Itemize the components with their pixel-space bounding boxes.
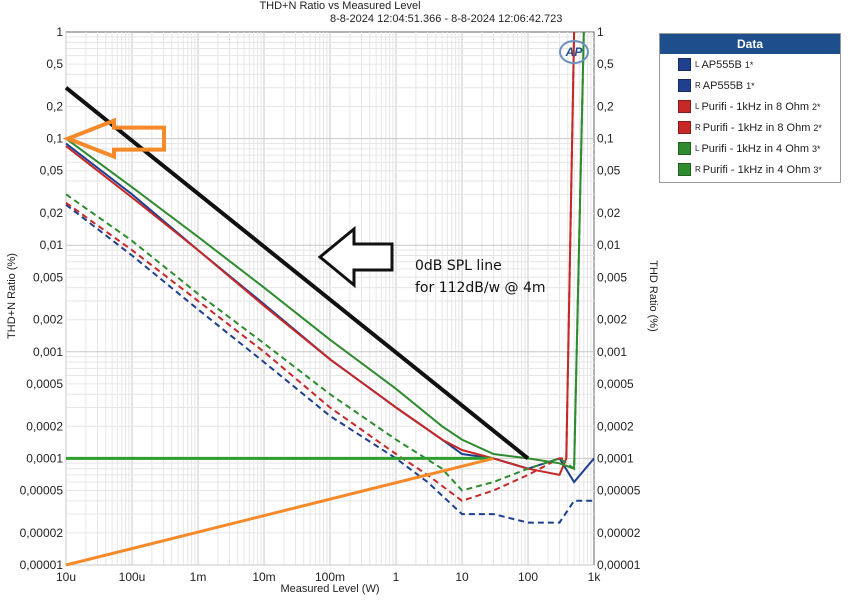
legend-label: AP555B	[701, 58, 742, 71]
legend-item[interactable]: L Purifi - 1kHz in 4 Ohm 3*	[660, 138, 840, 159]
y-tick-label: 0,02	[40, 206, 64, 220]
y-tick-label-right: 0,0002	[597, 419, 634, 433]
ap-logo: AP	[559, 40, 589, 64]
legend-swatch	[678, 142, 691, 155]
legend-index: 2*	[812, 101, 821, 112]
y-tick-label: 0,00005	[20, 483, 64, 497]
legend-item[interactable]: R Purifi - 1kHz in 4 Ohm 3*	[660, 159, 840, 180]
y-tick-label: 0,00001	[20, 558, 64, 572]
legend-label: Purifi - 1kHz in 8 Ohm	[701, 100, 810, 113]
y-tick-label-right: 1	[597, 25, 604, 39]
legend-title: Data	[660, 34, 840, 54]
legend-index: 3*	[813, 164, 822, 175]
x-tick-label: 10m	[252, 570, 275, 584]
x-tick-label: 1m	[190, 570, 207, 584]
y-tick-label: 0,0002	[26, 419, 63, 433]
legend-index: 2*	[813, 122, 822, 133]
legend-label: AP555B	[702, 79, 744, 92]
legend-label: Purifi - 1kHz in 8 Ohm	[702, 121, 811, 134]
x-tick-label: 10	[455, 570, 469, 584]
x-tick-label: 100	[518, 570, 538, 584]
legend-item[interactable]: L Purifi - 1kHz in 8 Ohm 2*	[660, 96, 840, 117]
legend-channel: R	[695, 123, 701, 132]
legend-swatch	[678, 163, 691, 176]
legend: Data L AP555B 1* R AP555B 1* L Purifi - 1kHz in…	[659, 33, 841, 183]
legend-swatch	[678, 100, 691, 113]
annotation-112db: for 112dB/w @ 4m	[415, 280, 546, 296]
y-tick-label-right: 0,2	[597, 100, 614, 114]
legend-index: 1*	[746, 80, 755, 91]
y-tick-label-right: 0,05	[597, 164, 621, 178]
legend-item[interactable]: R Purifi - 1kHz in 8 Ohm 2*	[660, 117, 840, 138]
y-axis-label: THD+N Ratio (%)	[6, 253, 18, 339]
legend-channel: L	[695, 60, 700, 69]
y-tick-label-right: 0,0005	[597, 377, 634, 391]
y-tick-label: 1	[56, 25, 63, 39]
legend-index: 1*	[744, 59, 754, 70]
x-tick-label: 1	[393, 570, 400, 584]
legend-index: 3*	[812, 143, 821, 154]
y-tick-label-right: 0,00002	[597, 526, 641, 540]
y-tick-label-right: 0,00001	[597, 558, 641, 572]
y-tick-label: 0,002	[33, 313, 63, 327]
y-axis-label-right: THD Ratio (%)	[647, 260, 659, 332]
legend-item[interactable]: L AP555B 1*	[660, 54, 840, 75]
y-tick-label-right: 0,00005	[597, 483, 641, 497]
x-tick-label: 100m	[315, 570, 345, 584]
legend-channel: L	[695, 102, 700, 111]
legend-channel: R	[695, 165, 701, 174]
legend-swatch	[678, 121, 691, 134]
legend-channel: R	[695, 81, 701, 90]
x-tick-label: 10u	[56, 570, 76, 584]
y-tick-label: 0,05	[40, 164, 64, 178]
y-tick-label: 0,0005	[26, 377, 63, 391]
y-tick-label-right: 0,005	[597, 270, 627, 284]
y-tick-label: 0,005	[33, 270, 63, 284]
y-tick-label-right: 0,0001	[597, 451, 634, 465]
x-axis-label: Measured Level (W)	[280, 583, 380, 595]
y-tick-label: 0,01	[40, 238, 64, 252]
y-tick-label-right: 0,002	[597, 313, 627, 327]
chart-title: THD+N Ratio vs Measured Level	[259, 0, 421, 12]
y-tick-label: 0,0001	[26, 451, 63, 465]
y-tick-label: 0,001	[33, 345, 63, 359]
y-tick-label: 0,00002	[20, 526, 64, 540]
y-tick-label-right: 0,5	[597, 57, 614, 71]
legend-swatch	[678, 79, 691, 92]
legend-item[interactable]: R AP555B 1*	[660, 75, 840, 96]
y-tick-label-right: 0,1	[597, 132, 614, 146]
y-tick-label-right: 0,02	[597, 206, 621, 220]
x-tick-label: 100u	[119, 570, 146, 584]
legend-label: Purifi - 1kHz in 4 Ohm	[702, 163, 811, 176]
legend-swatch	[678, 58, 691, 71]
y-tick-label: 0,5	[46, 57, 63, 71]
y-tick-label-right: 0,01	[597, 238, 621, 252]
y-tick-label: 0,1	[46, 132, 63, 146]
legend-channel: L	[695, 144, 700, 153]
legend-label: Purifi - 1kHz in 4 Ohm	[701, 142, 810, 155]
y-tick-label-right: 0,001	[597, 345, 627, 359]
annotation-0db-spl: 0dB SPL line	[415, 258, 502, 274]
x-tick-label: 1k	[588, 570, 602, 584]
chart-subtitle: 8-8-2024 12:04:51.366 - 8-8-2024 12:06:4…	[330, 13, 563, 25]
y-tick-label: 0,2	[46, 100, 63, 114]
